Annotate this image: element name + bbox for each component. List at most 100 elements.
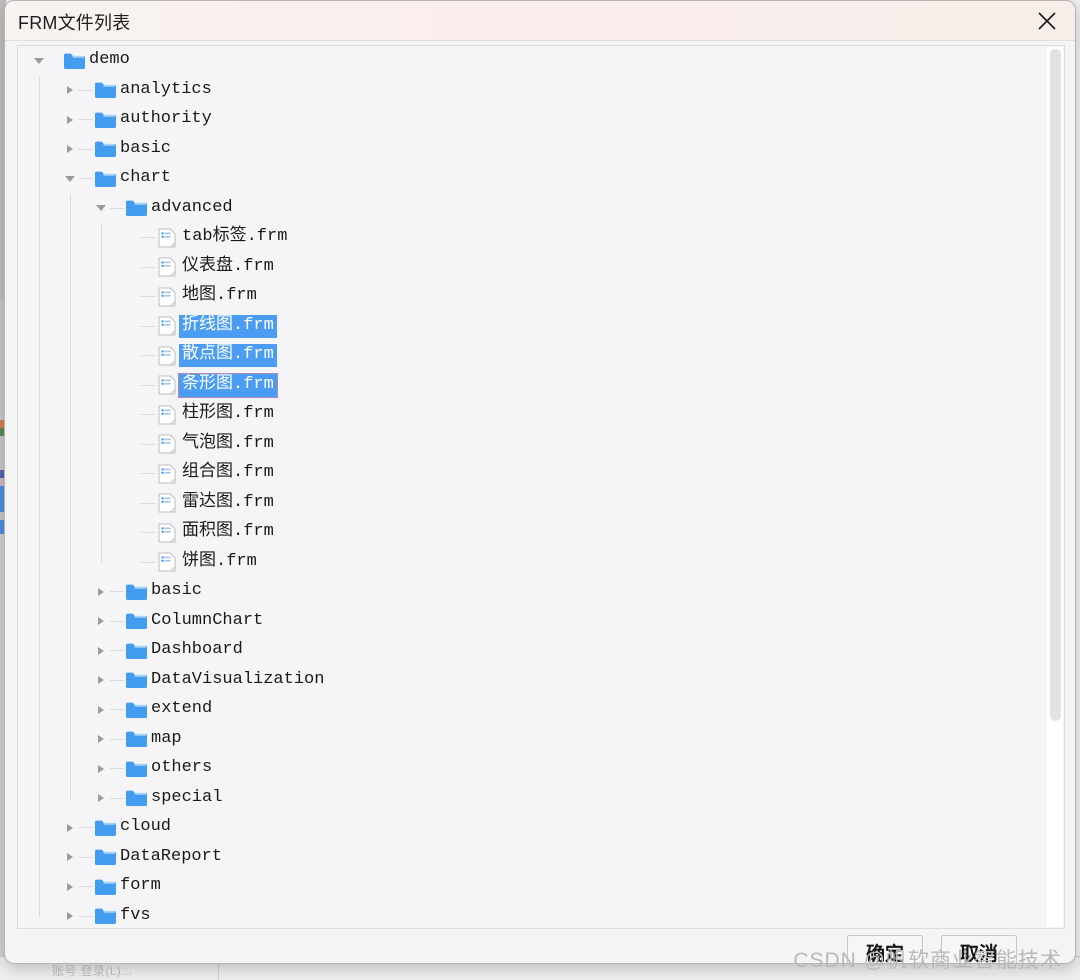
tree-node-label: basic: [151, 581, 203, 601]
tree-folder-row[interactable]: demo: [18, 46, 1046, 76]
folder-icon: [124, 725, 148, 755]
tree-twisty-placeholder: [123, 459, 141, 489]
tree-guide-line: [79, 89, 93, 91]
chevron-right-icon[interactable]: [92, 725, 110, 755]
tree-folder-row[interactable]: form: [18, 872, 1046, 902]
folder-icon: [93, 105, 117, 135]
tree-guide-line: [141, 325, 155, 327]
tree-node-label: basic: [120, 138, 172, 158]
folder-icon: [124, 695, 148, 725]
chevron-right-icon[interactable]: [61, 135, 79, 165]
tree-node-label: authority: [120, 109, 212, 129]
tree-folder-row[interactable]: fvs: [18, 902, 1046, 929]
chevron-right-icon[interactable]: [92, 636, 110, 666]
tree-node-label: map: [151, 728, 182, 748]
tree-file-row[interactable]: 条形图.frm: [18, 371, 1046, 401]
tree-folder-row[interactable]: chart: [18, 164, 1046, 194]
tree-guide-line: [48, 60, 62, 61]
chevron-right-icon[interactable]: [61, 76, 79, 106]
tree-guide-line: [141, 414, 155, 416]
ok-button[interactable]: 确定: [847, 935, 923, 963]
tree-guide-line: [79, 827, 93, 829]
tree-node-label: advanced: [151, 197, 233, 217]
tree-file-row[interactable]: 折线图.frm: [18, 312, 1046, 342]
chevron-right-icon[interactable]: [61, 813, 79, 843]
tree-folder-row[interactable]: authority: [18, 105, 1046, 135]
tree-guide-line: [110, 679, 124, 681]
tree-folder-row[interactable]: advanced: [18, 194, 1046, 224]
tree-node-label: fvs: [120, 905, 151, 925]
tree-folder-row[interactable]: special: [18, 784, 1046, 814]
chevron-down-icon[interactable]: [92, 194, 110, 224]
tree-guide-line: [141, 443, 155, 445]
tree-file-row[interactable]: 气泡图.frm: [18, 430, 1046, 460]
tree-twisty-placeholder: [123, 253, 141, 283]
chevron-right-icon[interactable]: [92, 666, 110, 696]
tree-folder-row[interactable]: basic: [18, 135, 1046, 165]
tree-file-row[interactable]: 地图.frm: [18, 282, 1046, 312]
chevron-down-icon[interactable]: [61, 164, 79, 194]
tree-folder-row[interactable]: DataVisualization: [18, 666, 1046, 696]
tree-file-row[interactable]: 散点图.frm: [18, 341, 1046, 371]
tree-guide-line: [141, 561, 155, 563]
close-icon[interactable]: [1029, 3, 1065, 39]
tree-node-label: 组合图.frm: [182, 463, 274, 483]
tree-vertical-scrollbar[interactable]: [1047, 47, 1063, 927]
tree-guide-line: [141, 473, 155, 475]
tree-node-label: 折线图.frm: [179, 314, 277, 338]
tree-twisty-placeholder: [123, 282, 141, 312]
tree-node-label: cloud: [120, 817, 172, 837]
tree-vertical-guide: [70, 193, 71, 799]
folder-icon: [124, 194, 148, 224]
tree-folder-row[interactable]: extend: [18, 695, 1046, 725]
chevron-down-icon[interactable]: [30, 46, 48, 76]
chevron-right-icon[interactable]: [61, 843, 79, 873]
chevron-right-icon[interactable]: [92, 754, 110, 784]
tree-node-label: DataReport: [120, 846, 223, 866]
tree-file-row[interactable]: 雷达图.frm: [18, 489, 1046, 519]
tree-folder-row[interactable]: cloud: [18, 813, 1046, 843]
frm-file-icon: [155, 430, 179, 460]
tree-node-label: Dashboard: [151, 640, 243, 660]
chevron-right-icon[interactable]: [61, 872, 79, 902]
tree-folder-row[interactable]: analytics: [18, 76, 1046, 106]
tree-guide-line: [141, 502, 155, 504]
folder-icon: [93, 135, 117, 165]
tree-folder-row[interactable]: others: [18, 754, 1046, 784]
chevron-right-icon[interactable]: [92, 607, 110, 637]
chevron-right-icon[interactable]: [92, 577, 110, 607]
tree-folder-row[interactable]: map: [18, 725, 1046, 755]
folder-icon: [124, 577, 148, 607]
tree-file-row[interactable]: 面积图.frm: [18, 518, 1046, 548]
tree-node-label: 面积图.frm: [182, 522, 274, 542]
tree-twisty-placeholder: [123, 489, 141, 519]
tree-file-row[interactable]: 柱形图.frm: [18, 400, 1046, 430]
frm-file-icon: [155, 518, 179, 548]
folder-icon: [93, 843, 117, 873]
file-tree[interactable]: demo analytics authority basic chart advanced…: [18, 46, 1046, 928]
tree-file-row[interactable]: 饼图.frm: [18, 548, 1046, 578]
frm-file-icon: [155, 548, 179, 578]
tree-guide-line: [79, 915, 93, 917]
tree-node-label: tab标签.frm: [182, 227, 288, 247]
folder-icon: [124, 636, 148, 666]
tree-folder-row[interactable]: Dashboard: [18, 636, 1046, 666]
chevron-right-icon[interactable]: [61, 105, 79, 135]
tree-file-row[interactable]: tab标签.frm: [18, 223, 1046, 253]
tree-folder-row[interactable]: ColumnChart: [18, 607, 1046, 637]
tree-folder-row[interactable]: DataReport: [18, 843, 1046, 873]
tree-node-label: analytics: [120, 79, 212, 99]
tree-file-row[interactable]: 仪表盘.frm: [18, 253, 1046, 283]
tree-guide-line: [79, 148, 93, 150]
cancel-button[interactable]: 取消: [941, 935, 1017, 963]
chevron-right-icon[interactable]: [61, 902, 79, 929]
scrollbar-thumb[interactable]: [1050, 49, 1061, 721]
file-tree-panel[interactable]: demo analytics authority basic chart advanced…: [17, 45, 1065, 929]
tree-file-row[interactable]: 组合图.frm: [18, 459, 1046, 489]
tree-twisty-placeholder: [123, 518, 141, 548]
chevron-right-icon[interactable]: [92, 695, 110, 725]
tree-guide-line: [141, 355, 155, 357]
tree-folder-row[interactable]: basic: [18, 577, 1046, 607]
chevron-right-icon[interactable]: [92, 784, 110, 814]
folder-icon: [124, 666, 148, 696]
